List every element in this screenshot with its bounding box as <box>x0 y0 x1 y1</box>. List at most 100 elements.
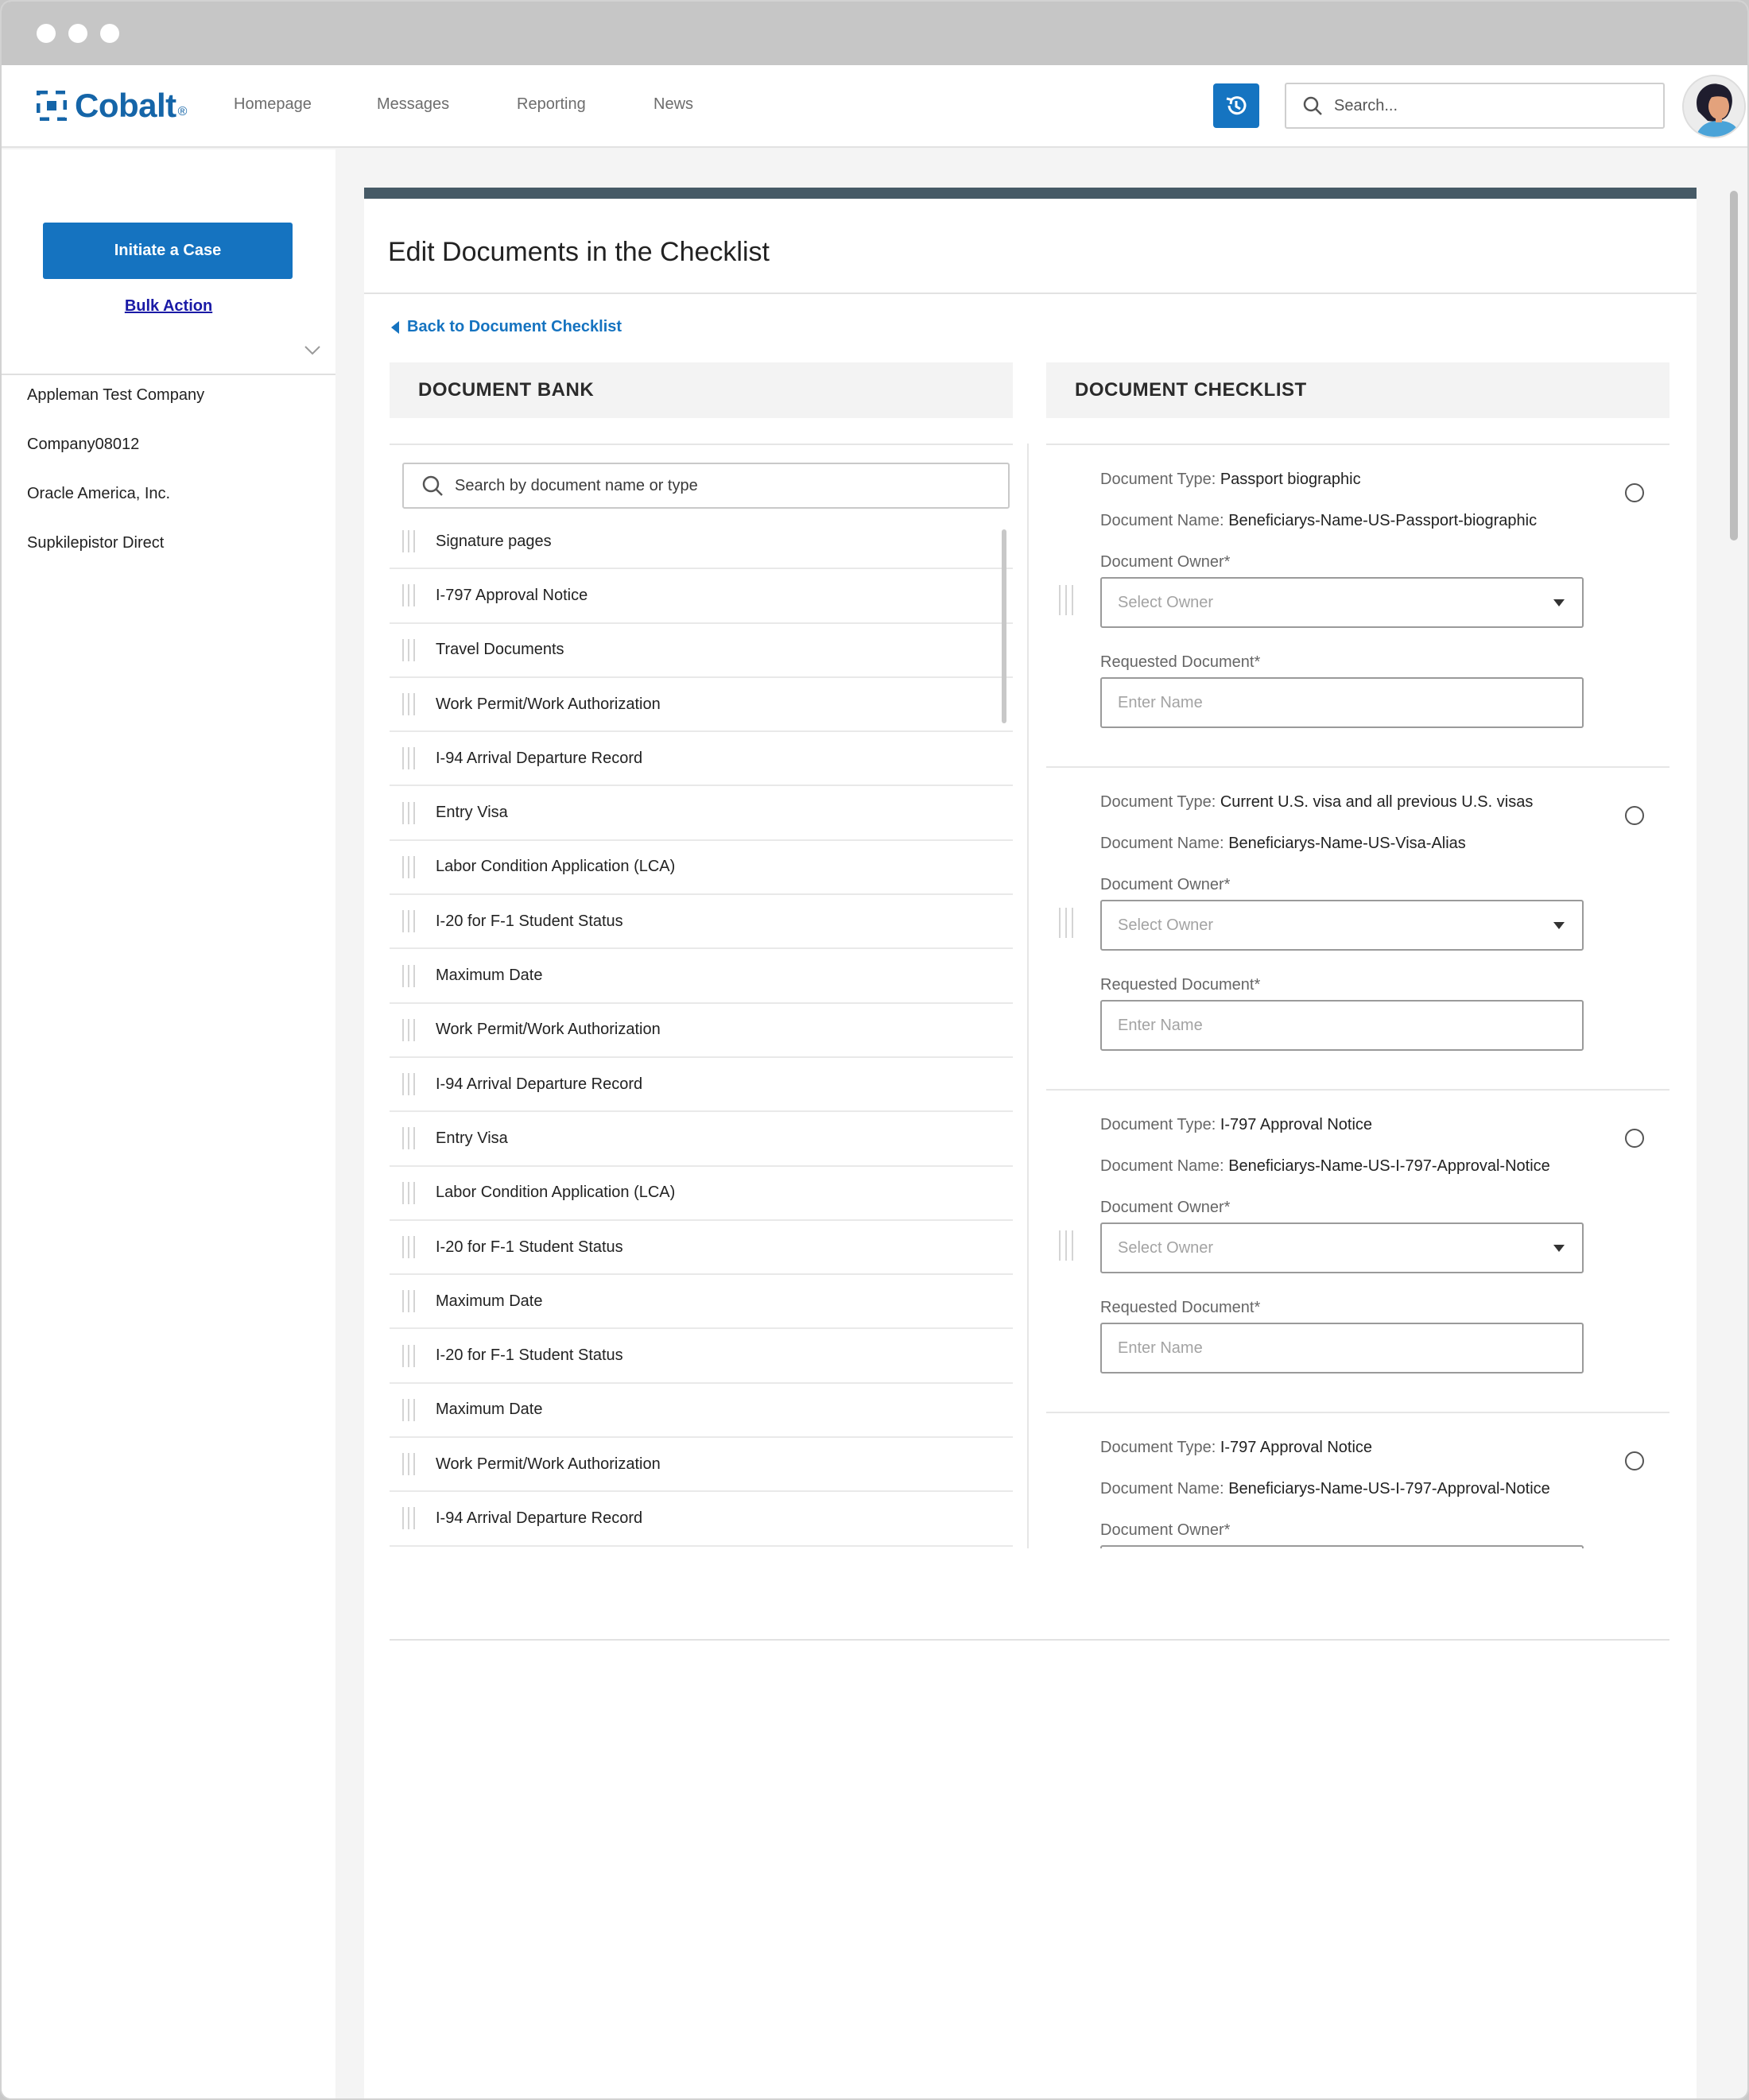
document-bank-search-input[interactable]: Search by document name or type <box>402 463 1010 509</box>
document-bank-item-label: I-20 for F-1 Student Status <box>436 1238 623 1256</box>
bulk-action-link[interactable]: Bulk Action <box>2 297 335 316</box>
drag-handle-icon[interactable] <box>402 1073 415 1096</box>
drag-handle-icon[interactable] <box>402 910 415 933</box>
requested-document-input[interactable]: Enter Name <box>1100 1000 1584 1051</box>
browser-window: Cobalt ® Homepage Messages Reporting New… <box>0 0 1749 2100</box>
brand-registered-mark: ® <box>177 105 188 118</box>
checklist-item-radio[interactable] <box>1625 1451 1644 1470</box>
title-divider <box>364 293 1697 294</box>
document-bank-item[interactable]: I-20 for F-1 Student Status <box>390 1221 1013 1276</box>
cobalt-logo-icon <box>37 91 67 121</box>
document-bank-item[interactable]: Labor Condition Application (LCA) <box>390 1167 1013 1221</box>
drag-handle-icon[interactable] <box>402 1127 415 1150</box>
nav-link-news[interactable]: News <box>653 95 693 114</box>
history-button[interactable] <box>1213 83 1259 128</box>
drag-handle-icon[interactable] <box>402 1344 415 1367</box>
checklist-item-radio[interactable] <box>1625 1129 1644 1148</box>
drag-handle-icon[interactable] <box>402 1290 415 1313</box>
page-scrollbar[interactable] <box>1730 191 1738 540</box>
nav-link-messages[interactable]: Messages <box>377 95 449 114</box>
drag-handle-icon[interactable] <box>402 530 415 553</box>
drag-handle-icon[interactable] <box>1059 1230 1073 1261</box>
requested-document-input[interactable]: Enter Name <box>1100 1323 1584 1374</box>
document-bank-item[interactable]: I-94 Arrival Departure Record <box>390 1492 1013 1547</box>
requested-document-input[interactable]: Enter Name <box>1100 677 1584 728</box>
document-bank-item[interactable]: Entry Visa <box>390 1112 1013 1167</box>
window-minimize-dot[interactable] <box>68 24 87 43</box>
drag-handle-icon[interactable] <box>402 855 415 878</box>
drag-handle-icon[interactable] <box>402 964 415 987</box>
document-name-value: Beneficiarys-Name-US-I-797-Approval-Noti… <box>1228 1157 1550 1175</box>
document-bank-item[interactable]: I-20 for F-1 Student Status <box>390 895 1013 950</box>
document-type-label: Document Type: <box>1100 471 1216 488</box>
document-owner-select[interactable]: Select Owner <box>1100 577 1584 628</box>
drag-handle-icon[interactable] <box>402 801 415 824</box>
chevron-down-icon[interactable] <box>304 345 321 356</box>
document-bank-item[interactable]: Maximum Date <box>390 949 1013 1004</box>
drag-handle-icon[interactable] <box>1059 908 1073 938</box>
document-bank-item[interactable]: Maximum Date <box>390 1384 1013 1439</box>
document-bank-item[interactable]: Work Permit/Work Authorization <box>390 1438 1013 1493</box>
document-type-line: Document Type: Passport biographic <box>1100 471 1361 489</box>
document-owner-select[interactable]: Select Owner <box>1100 900 1584 951</box>
document-bank-item[interactable]: Work Permit/Work Authorization <box>390 1004 1013 1058</box>
window-maximize-dot[interactable] <box>100 24 119 43</box>
drag-handle-icon[interactable] <box>402 747 415 770</box>
document-bank-item-label: Labor Condition Application (LCA) <box>436 1184 676 1202</box>
back-to-checklist-link[interactable]: Back to Document Checklist <box>390 318 622 336</box>
window-close-dot[interactable] <box>37 24 56 43</box>
document-owner-label: Document Owner* <box>1100 876 1231 893</box>
document-bank-item[interactable]: Work Permit/Work Authorization <box>390 678 1013 733</box>
document-bank-item[interactable]: I-20 for F-1 Student Status <box>390 1329 1013 1384</box>
document-bank-item-label: Travel Documents <box>436 641 564 659</box>
global-search-input[interactable]: Search... <box>1285 83 1665 129</box>
cobalt-logo[interactable]: Cobalt ® <box>37 87 187 124</box>
drag-handle-icon[interactable] <box>1059 585 1073 615</box>
document-type-value: Current U.S. visa and all previous U.S. … <box>1220 793 1534 811</box>
requested-document-label: Requested Document* <box>1100 976 1261 994</box>
document-bank-item[interactable]: I-94 Arrival Departure Record <box>390 732 1013 787</box>
checklist-item-radio[interactable] <box>1625 483 1644 502</box>
footer-divider <box>390 1639 1670 1641</box>
document-type-value: I-797 Approval Notice <box>1220 1116 1373 1133</box>
nav-link-homepage[interactable]: Homepage <box>234 95 312 114</box>
sidebar-company-item[interactable]: Appleman Test Company <box>27 386 204 405</box>
document-bank-item[interactable]: Labor Condition Application (LCA) <box>390 841 1013 896</box>
document-bank-header: DOCUMENT BANK <box>390 362 1013 418</box>
document-bank-item[interactable]: I-94 Arrival Departure Record <box>390 1058 1013 1113</box>
document-bank-item[interactable]: Entry Visa <box>390 786 1013 841</box>
document-owner-label: Document Owner* <box>1100 1521 1231 1539</box>
drag-handle-icon[interactable] <box>402 638 415 661</box>
back-link-label: Back to Document Checklist <box>407 318 622 335</box>
drag-handle-icon[interactable] <box>402 1507 415 1530</box>
sidebar-company-item[interactable]: Supkilepistor Direct <box>27 534 164 552</box>
checklist-item: Document Type: Current U.S. visa and all… <box>1046 768 1670 1091</box>
document-bank-item[interactable]: Maximum Date <box>390 1275 1013 1330</box>
checklist-item-radio[interactable] <box>1625 806 1644 825</box>
initiate-case-button[interactable]: Initiate a Case <box>43 223 293 279</box>
document-bank-item-label: Maximum Date <box>436 967 543 985</box>
main-content-card: Edit Documents in the Checklist Back to … <box>364 188 1697 2098</box>
document-bank-item[interactable]: Travel Documents <box>390 624 1013 678</box>
sidebar-divider <box>2 374 335 375</box>
document-bank-item[interactable]: Signature pages <box>390 515 1013 570</box>
drag-handle-icon[interactable] <box>402 1181 415 1204</box>
sidebar-company-item[interactable]: Company08012 <box>27 436 139 454</box>
drag-handle-icon[interactable] <box>402 1236 415 1258</box>
drag-handle-icon[interactable] <box>402 584 415 607</box>
drag-handle-icon[interactable] <box>402 693 415 716</box>
drag-handle-icon[interactable] <box>402 1398 415 1421</box>
user-avatar[interactable] <box>1682 75 1746 138</box>
document-owner-label: Document Owner* <box>1100 553 1231 571</box>
drag-handle-icon[interactable] <box>402 1453 415 1476</box>
drag-handle-icon[interactable] <box>402 1018 415 1041</box>
document-owner-select[interactable]: Select Owner <box>1100 1222 1584 1273</box>
sidebar-company-item[interactable]: Oracle America, Inc. <box>27 485 170 503</box>
document-name-label: Document Name: <box>1100 1480 1224 1498</box>
document-bank-scrollbar[interactable] <box>1002 529 1006 723</box>
document-owner-select[interactable]: Select Owner <box>1100 1545 1584 1548</box>
nav-link-reporting[interactable]: Reporting <box>517 95 586 114</box>
document-bank-item-label: Work Permit/Work Authorization <box>436 1021 661 1039</box>
document-checklist-header: DOCUMENT CHECKLIST <box>1046 362 1670 418</box>
document-bank-item[interactable]: I-797 Approval Notice <box>390 569 1013 624</box>
